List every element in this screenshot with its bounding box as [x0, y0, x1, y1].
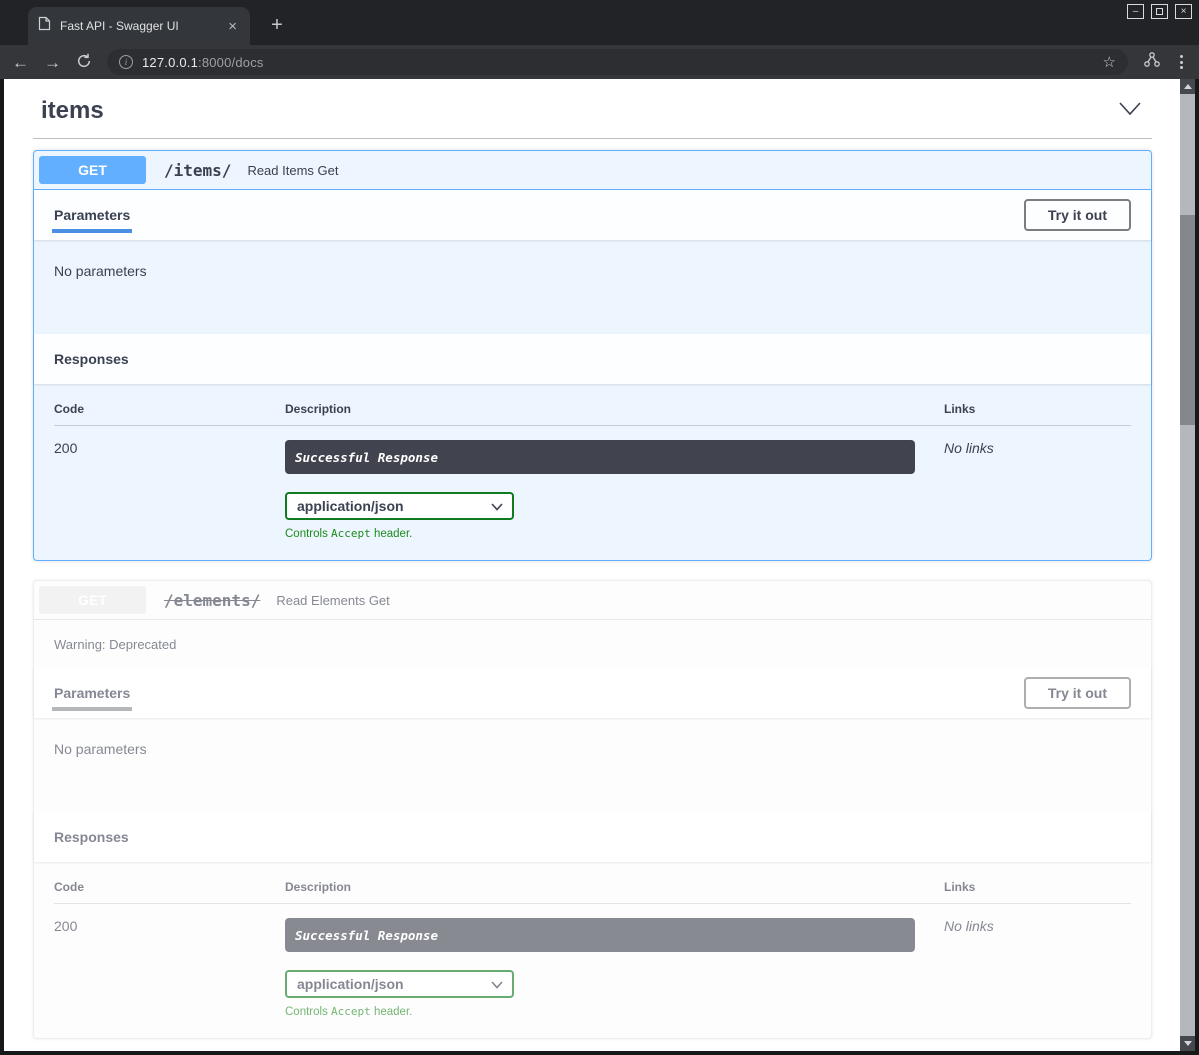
code-column-header: Code: [54, 402, 285, 416]
links-column-header: Links: [944, 402, 1131, 416]
back-icon[interactable]: ←: [12, 54, 29, 71]
accept-header-note: Controls Accept header.: [285, 527, 915, 540]
accept-note-suffix: header.: [371, 528, 413, 540]
tag-section-header[interactable]: items: [33, 83, 1152, 139]
browser-titlebar: Fast API - Swagger UI × + – ×: [0, 0, 1199, 45]
response-description: Successful Response: [285, 440, 915, 474]
media-type-value: application/json: [297, 498, 404, 514]
maximize-button[interactable]: [1151, 4, 1168, 19]
chevron-down-icon: [491, 976, 503, 992]
method-badge: GET: [39, 586, 146, 614]
parameters-tab[interactable]: Parameters: [54, 207, 130, 223]
try-it-out-button[interactable]: Try it out: [1024, 199, 1131, 231]
operation-body: Parameters Try it out No parameters Resp…: [34, 190, 1151, 560]
parameters-tab-label: Parameters: [54, 685, 130, 701]
url-text[interactable]: 127.0.0.1:8000/docs: [142, 55, 264, 70]
response-links: No links: [944, 440, 1131, 456]
operation-description: Read Items Get: [247, 163, 338, 178]
scrollbar-thumb[interactable]: [1180, 215, 1195, 425]
operation-body: Warning: Deprecated Parameters Try it ou…: [34, 620, 1151, 1038]
triangle-down-icon: [1184, 1041, 1192, 1046]
tab-close-icon[interactable]: ×: [225, 18, 240, 35]
scroll-up-button[interactable]: [1180, 79, 1195, 94]
response-row: 200 Successful Response application/json…: [54, 904, 1131, 1018]
site-info-icon[interactable]: i: [119, 55, 133, 69]
operation-path: /items/: [154, 161, 241, 180]
accept-note-suffix: header.: [371, 1006, 413, 1018]
operation-path: /elements/: [154, 591, 270, 610]
response-links: No links: [944, 918, 1131, 934]
forward-icon[interactable]: →: [44, 54, 61, 71]
no-parameters-text: No parameters: [34, 718, 1151, 812]
media-type-value: application/json: [297, 976, 404, 992]
description-column-header: Description: [285, 880, 944, 894]
accept-note-prefix: Controls: [285, 1006, 331, 1018]
responses-heading: Responses: [54, 351, 129, 367]
operation-summary[interactable]: GET /items/ Read Items Get: [34, 151, 1151, 190]
accept-note-code: Accept: [331, 527, 371, 540]
accept-note-prefix: Controls: [285, 528, 331, 540]
parameters-section-bar: Parameters Try it out: [34, 190, 1151, 240]
new-tab-button[interactable]: +: [264, 12, 290, 38]
tab-title: Fast API - Swagger UI: [60, 19, 216, 33]
responses-table-header: Code Description Links: [54, 880, 1131, 904]
parameters-tab[interactable]: Parameters: [54, 685, 130, 701]
menu-icon[interactable]: [1176, 53, 1187, 71]
response-code: 200: [54, 440, 285, 456]
responses-table: Code Description Links 200 Successful Re…: [34, 384, 1151, 560]
opblock-get-elements-deprecated: GET /elements/ Read Elements Get Warning…: [33, 580, 1152, 1039]
response-description: Successful Response: [285, 918, 915, 952]
responses-table: Code Description Links 200 Successful Re…: [34, 862, 1151, 1038]
chevron-down-icon: [491, 498, 503, 514]
response-description-cell: Successful Response application/json Con…: [285, 440, 944, 540]
page-favicon-icon: [38, 16, 51, 36]
description-column-header: Description: [285, 402, 944, 416]
response-description-cell: Successful Response application/json Con…: [285, 918, 944, 1018]
media-type-select[interactable]: application/json: [285, 970, 514, 998]
profile-network-icon[interactable]: [1143, 51, 1161, 73]
reload-icon[interactable]: [76, 53, 92, 72]
url-host: 127.0.0.1: [142, 55, 198, 70]
accept-header-note: Controls Accept header.: [285, 1005, 915, 1018]
swagger-page: items GET /items/ Read Items Get Paramet…: [4, 79, 1180, 1051]
window-controls: – ×: [1127, 4, 1192, 19]
close-button[interactable]: ×: [1175, 4, 1192, 19]
responses-heading: Responses: [54, 829, 129, 845]
accept-note-code: Accept: [331, 1005, 371, 1018]
minimize-button[interactable]: –: [1127, 4, 1144, 19]
responses-table-header: Code Description Links: [54, 402, 1131, 426]
address-bar[interactable]: i 127.0.0.1:8000/docs ☆: [107, 49, 1128, 75]
responses-section-bar: Responses: [34, 812, 1151, 862]
browser-toolbar: ← → i 127.0.0.1:8000/docs ☆: [0, 45, 1199, 79]
vertical-scrollbar[interactable]: [1180, 79, 1195, 1051]
response-row: 200 Successful Response application/json…: [54, 426, 1131, 540]
method-badge: GET: [39, 156, 146, 184]
url-path: :8000/docs: [198, 55, 264, 70]
browser-tab[interactable]: Fast API - Swagger UI ×: [28, 7, 250, 45]
parameters-section-bar: Parameters Try it out: [34, 668, 1151, 718]
no-parameters-text: No parameters: [34, 240, 1151, 334]
code-column-header: Code: [54, 880, 285, 894]
collapse-chevron-icon[interactable]: [1118, 101, 1142, 121]
bookmark-star-icon[interactable]: ☆: [1103, 53, 1116, 71]
links-column-header: Links: [944, 880, 1131, 894]
operation-description: Read Elements Get: [276, 593, 389, 608]
response-code: 200: [54, 918, 285, 934]
parameters-tab-label: Parameters: [54, 207, 130, 223]
opblock-get-items: GET /items/ Read Items Get Parameters Tr…: [33, 150, 1152, 561]
responses-section-bar: Responses: [34, 334, 1151, 384]
media-type-select[interactable]: application/json: [285, 492, 514, 520]
maximize-icon: [1156, 8, 1163, 15]
scroll-down-button[interactable]: [1180, 1036, 1195, 1051]
operation-summary[interactable]: GET /elements/ Read Elements Get: [34, 581, 1151, 620]
triangle-up-icon: [1184, 84, 1192, 89]
tag-title: items: [41, 97, 104, 125]
deprecated-warning: Warning: Deprecated: [34, 620, 1151, 668]
try-it-out-button[interactable]: Try it out: [1024, 677, 1131, 709]
